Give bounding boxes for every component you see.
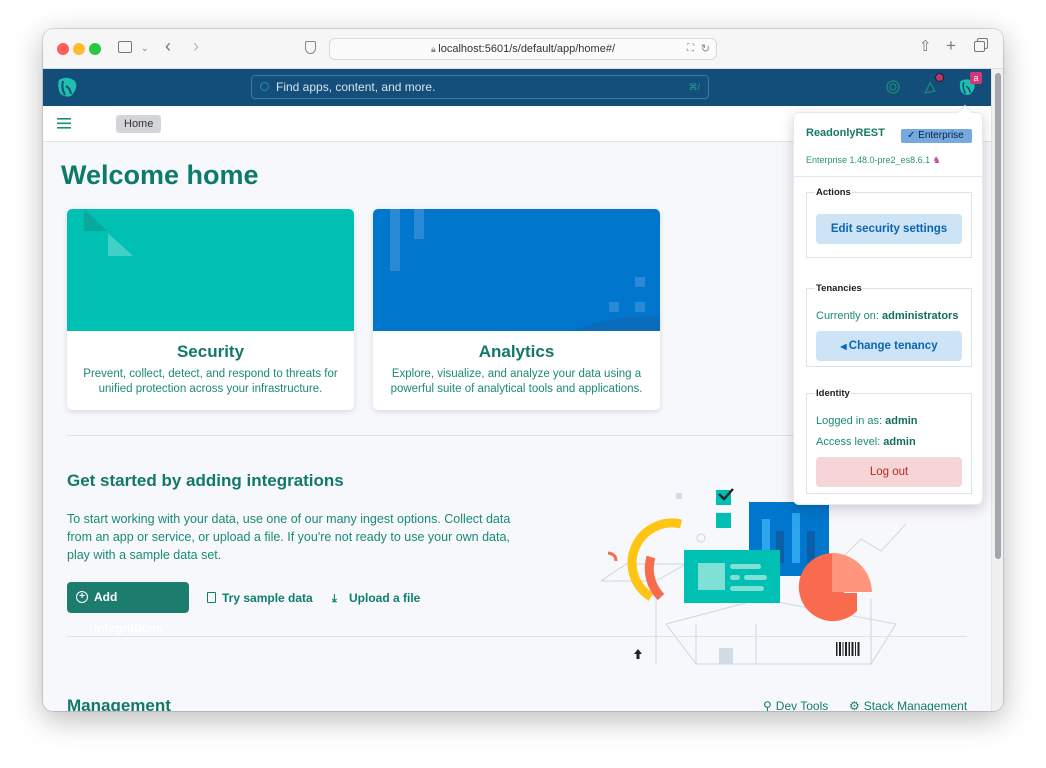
identity-section: Identity Logged in as: admin Access leve… (806, 388, 972, 494)
news-notification-dot (935, 73, 944, 82)
minimize-window-button[interactable] (73, 43, 85, 55)
browser-window: ⌄ ‹ › 🔒︎ localhost:5601/s/default/app/ho… (43, 29, 1003, 711)
analytics-illustration (390, 209, 660, 331)
dev-tools-link[interactable]: ⚲ Dev Tools (763, 699, 828, 711)
url-text: localhost:5601/s/default/app/home#/ (438, 43, 616, 55)
change-tenancy-label: Change tenancy (848, 340, 938, 352)
unicorn-icon: ♞ (932, 155, 941, 165)
page-scrollbar[interactable] (991, 69, 1003, 711)
add-integrations-button[interactable]: + Add integrations (67, 582, 189, 635)
back-icon[interactable]: ‹ (165, 37, 171, 55)
actions-section: Actions Edit security settings (806, 187, 972, 258)
breadcrumb-home[interactable]: Home (116, 115, 162, 133)
forward-icon[interactable]: › (193, 37, 199, 55)
add-integrations-label: Add integrations (94, 590, 163, 635)
tenancies-legend: Tenancies (816, 283, 862, 294)
current-tenancy: Currently on: administrators (816, 310, 958, 322)
divider (67, 636, 967, 637)
logged-in-as: Logged in as: admin (816, 415, 918, 427)
upload-file-label: Upload a file (349, 591, 421, 605)
readonlyrest-popover: ReadonlyREST ✓ Enterprise Enterprise 1.4… (793, 104, 983, 505)
integrations-title: Get started by adding integrations (67, 471, 344, 490)
user-avatar-badge[interactable]: a (970, 72, 982, 84)
gear-icon: ⚙ (849, 699, 860, 711)
log-out-button[interactable]: Log out (816, 457, 962, 487)
search-placeholder: Find apps, content, and more. (276, 80, 436, 94)
download-icon: ⤓ (332, 593, 337, 605)
version-text: Enterprise 1.48.0-pre2_es8.6.1 ♞ (806, 155, 941, 166)
integrations-description: To start working with your data, use one… (67, 512, 511, 562)
security-illustration (84, 209, 133, 256)
edit-security-settings-button[interactable]: Edit security settings (816, 214, 962, 244)
dev-tools-label: Dev Tools (775, 699, 829, 711)
enterprise-badge: ✓ Enterprise (901, 129, 972, 143)
try-sample-data-label: Try sample data (222, 591, 313, 605)
maximize-window-button[interactable] (89, 43, 101, 55)
security-banner (67, 209, 354, 331)
chevron-down-icon[interactable]: ⌄ (141, 41, 149, 55)
shield-privacy-icon[interactable] (305, 41, 316, 54)
card-title: Analytics (478, 342, 555, 361)
global-search-input[interactable]: Find apps, content, and more. ⌘/ (251, 75, 709, 99)
security-card[interactable]: Security Prevent, collect, detect, and r… (67, 209, 354, 410)
enterprise-badge-label: Enterprise (918, 130, 964, 141)
share-icon[interactable]: ⇧ (919, 39, 932, 54)
plus-circle-icon: + (76, 591, 88, 603)
current-tenancy-value: administrators (882, 310, 959, 322)
reload-icon[interactable]: ↻ (701, 39, 710, 59)
access-level: Access level: admin (816, 436, 916, 448)
tenancies-section: Tenancies Currently on: administrators ◀… (806, 283, 972, 367)
stack-management-link[interactable]: ⚙ Stack Management (849, 699, 967, 711)
help-icon[interactable] (886, 80, 900, 94)
check-icon: ✓ (907, 130, 919, 141)
popover-divider (794, 176, 982, 177)
search-icon (260, 82, 269, 91)
address-bar[interactable]: 🔒︎ localhost:5601/s/default/app/home#/ ⛶… (329, 38, 717, 60)
logged-in-value: admin (885, 415, 918, 427)
card-title: Security (176, 342, 245, 361)
popover-brand: ReadonlyREST (806, 127, 885, 139)
browser-toolbar: ⌄ ‹ › 🔒︎ localhost:5601/s/default/app/ho… (43, 29, 1003, 69)
identity-legend: Identity (816, 388, 850, 399)
close-window-button[interactable] (57, 43, 69, 55)
tabs-overview-icon[interactable] (974, 41, 985, 52)
stack-management-label: Stack Management (863, 699, 968, 711)
version-label: Enterprise 1.48.0-pre2_es8.6.1 (806, 155, 931, 165)
wrench-icon: ⚲ (763, 699, 772, 711)
page-title: Welcome home (61, 160, 259, 190)
search-shortcut: ⌘/ (688, 82, 700, 92)
try-sample-data-button[interactable]: Try sample data (207, 591, 313, 605)
upload-file-button[interactable]: ⤓ Upload a file (332, 591, 420, 606)
kibana-header: Find apps, content, and more. ⌘/ a (43, 69, 991, 106)
actions-legend: Actions (816, 187, 851, 198)
analytics-banner (373, 209, 660, 331)
caret-left-icon: ◀ (840, 342, 849, 351)
kibana-logo-icon[interactable] (56, 76, 78, 98)
management-title: Management (67, 696, 171, 711)
scrollbar-thumb[interactable] (995, 73, 1001, 559)
sidebar-toggle-icon[interactable] (118, 41, 132, 53)
current-tenancy-label: Currently on: (816, 310, 879, 322)
document-icon (207, 592, 216, 603)
change-tenancy-button[interactable]: ◀ Change tenancy (816, 331, 962, 361)
card-description: Explore, visualize, and analyze your dat… (390, 368, 643, 395)
hamburger-menu-icon[interactable] (57, 118, 71, 129)
access-level-value: admin (883, 436, 916, 448)
integrations-illustration (600, 488, 907, 667)
translate-icon[interactable]: ⛶ (687, 39, 694, 59)
logged-in-label: Logged in as: (816, 415, 883, 427)
access-level-label: Access level: (816, 436, 881, 448)
analytics-card[interactable]: Analytics Explore, visualize, and analyz… (373, 209, 660, 410)
card-description: Prevent, collect, detect, and respond to… (83, 368, 338, 395)
new-tab-icon[interactable]: + (946, 37, 956, 54)
